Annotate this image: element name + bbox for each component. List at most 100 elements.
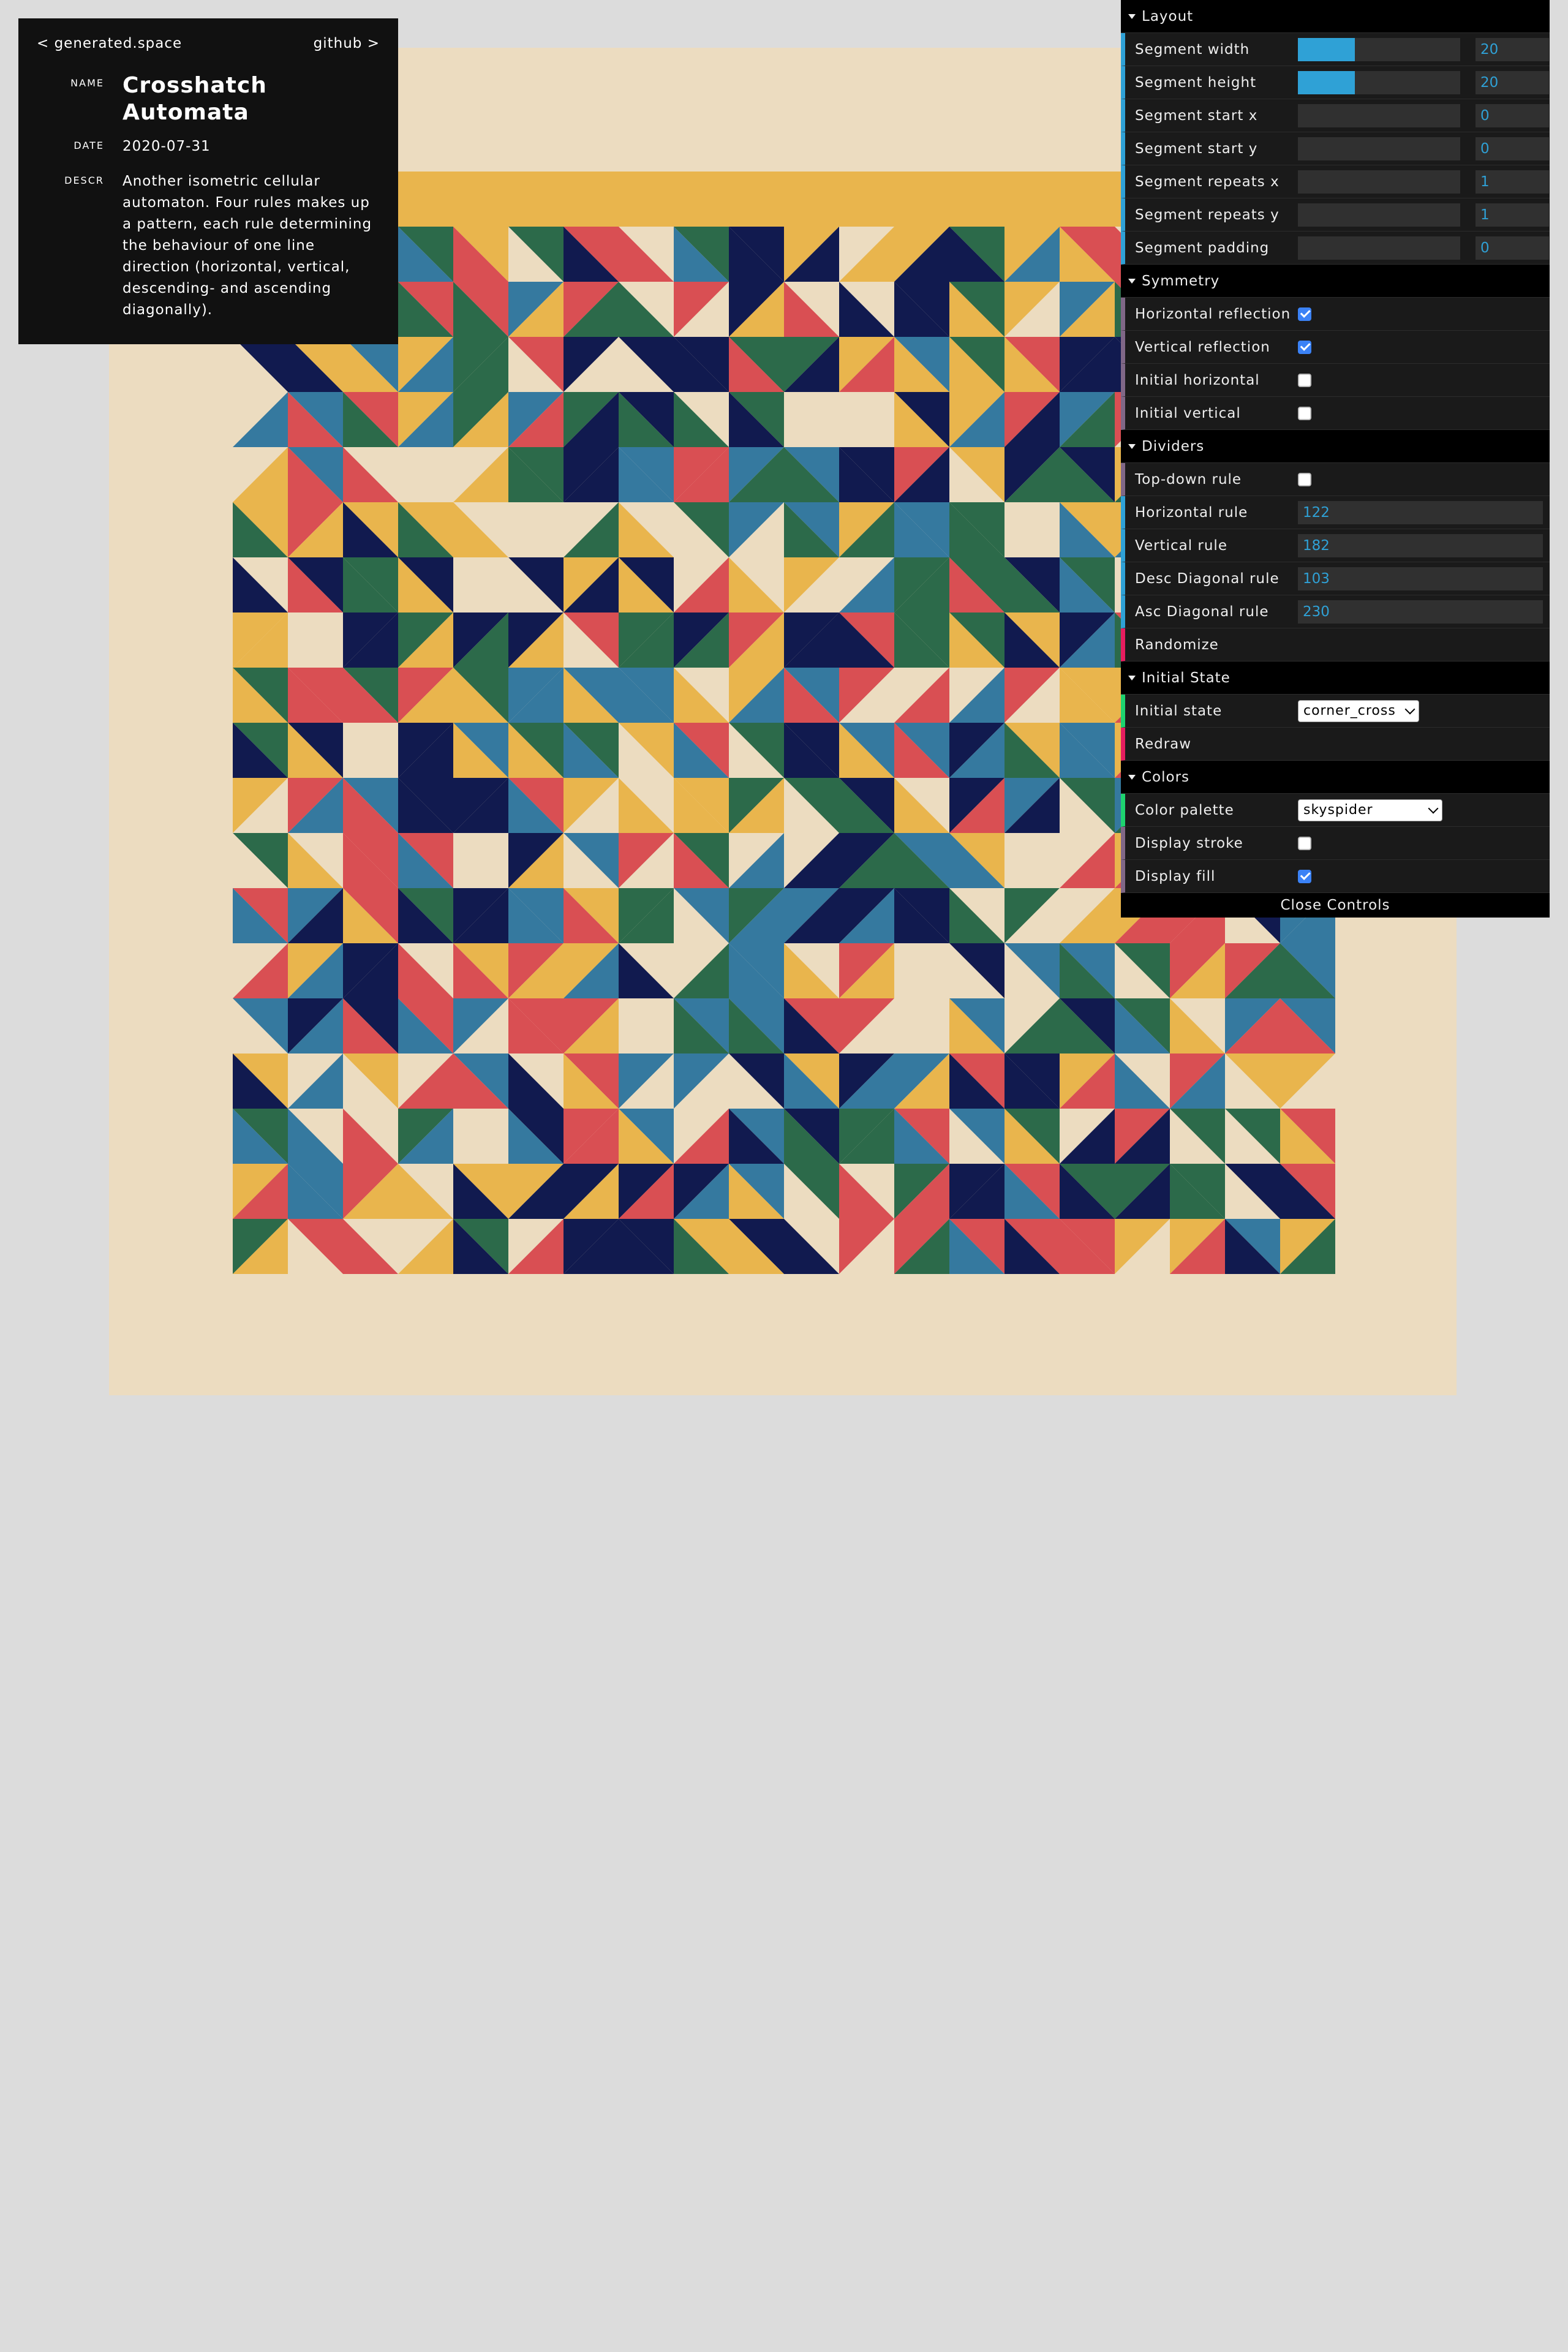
color-palette-row: Color palette skyspider: [1121, 794, 1550, 827]
name-key: NAME: [70, 77, 104, 89]
folder-symmetry-title: Symmetry: [1142, 273, 1220, 289]
close-controls-button[interactable]: Close Controls: [1121, 893, 1550, 918]
segment-repeats-y-row: Segment repeats y: [1121, 198, 1550, 232]
segment-repeats-x-input[interactable]: [1476, 170, 1549, 194]
date-key: DATE: [74, 140, 104, 151]
segment-padding-label: Segment padding: [1135, 239, 1270, 256]
folder-initial-state[interactable]: Initial State: [1121, 662, 1550, 695]
horizontal-rule-label: Horizontal rule: [1135, 504, 1248, 521]
top-down-rule-label: Top-down rule: [1135, 471, 1242, 488]
segment-width-slider[interactable]: [1298, 37, 1460, 61]
horizontal-reflection-label: Horizontal reflection: [1135, 306, 1291, 322]
checkmark-icon: [1300, 869, 1311, 880]
display-stroke-label: Display stroke: [1135, 835, 1243, 851]
desc-diagonal-rule-row: Desc Diagonal rule: [1121, 562, 1550, 595]
segment-height-label: Segment height: [1135, 74, 1257, 91]
initial-vertical-label: Initial vertical: [1135, 405, 1241, 421]
initial-vertical-checkbox[interactable]: [1298, 406, 1311, 420]
color-palette-label: Color palette: [1135, 802, 1234, 818]
caret-down-icon: [1128, 13, 1136, 19]
segment-repeats-x-row: Segment repeats x: [1121, 165, 1550, 198]
segment-start-x-slider[interactable]: [1298, 104, 1460, 127]
display-fill-label: Display fill: [1135, 868, 1216, 884]
segment-start-x-input[interactable]: [1476, 104, 1549, 127]
initial-horizontal-label: Initial horizontal: [1135, 372, 1260, 388]
back-link[interactable]: < generated.space: [37, 36, 182, 51]
segment-padding-input[interactable]: [1476, 236, 1549, 260]
vertical-rule-row: Vertical rule: [1121, 529, 1550, 562]
display-stroke-checkbox[interactable]: [1298, 836, 1311, 850]
date-row: DATE 2020-07-31: [37, 136, 380, 157]
folder-symmetry[interactable]: Symmetry: [1121, 265, 1550, 298]
initial-state-value: corner_cross: [1303, 703, 1396, 718]
initial-horizontal-checkbox[interactable]: [1298, 373, 1311, 387]
caret-down-icon: [1128, 774, 1136, 780]
date-value: 2020-07-31: [123, 138, 211, 154]
controls-panel: Layout Segment width Segment height Segm…: [1121, 0, 1550, 918]
horizontal-rule-row: Horizontal rule: [1121, 496, 1550, 529]
segment-start-x-label: Segment start x: [1135, 107, 1258, 124]
folder-colors[interactable]: Colors: [1121, 761, 1550, 794]
color-palette-select[interactable]: skyspider: [1298, 799, 1442, 821]
segment-start-y-row: Segment start y: [1121, 132, 1550, 165]
segment-height-input[interactable]: [1476, 70, 1549, 94]
segment-repeats-y-slider[interactable]: [1298, 203, 1460, 227]
vertical-reflection-row: Vertical reflection: [1121, 331, 1550, 364]
folder-dividers[interactable]: Dividers: [1121, 430, 1550, 463]
asc-diagonal-rule-row: Asc Diagonal rule: [1121, 595, 1550, 628]
checkmark-icon: [1300, 340, 1311, 351]
horizontal-rule-input[interactable]: [1298, 500, 1543, 524]
horizontal-reflection-row: Horizontal reflection: [1121, 298, 1550, 331]
slider-fill: [1298, 70, 1355, 94]
segment-repeats-y-input[interactable]: [1476, 203, 1549, 227]
github-link[interactable]: github >: [314, 36, 380, 51]
chevron-down-icon: [1428, 803, 1439, 814]
caret-down-icon: [1128, 443, 1136, 449]
segment-height-row: Segment height: [1121, 66, 1550, 99]
vertical-reflection-label: Vertical reflection: [1135, 339, 1270, 355]
caret-down-icon: [1128, 278, 1136, 284]
folder-colors-title: Colors: [1142, 769, 1190, 785]
display-fill-checkbox[interactable]: [1298, 869, 1311, 883]
randomize-label: Randomize: [1135, 636, 1219, 653]
segment-start-y-slider[interactable]: [1298, 137, 1460, 160]
segment-width-row: Segment width: [1121, 33, 1550, 66]
info-links: < generated.space github >: [37, 36, 380, 51]
caret-down-icon: [1128, 675, 1136, 680]
horizontal-reflection-checkbox[interactable]: [1298, 307, 1311, 321]
folder-initial-state-title: Initial State: [1142, 669, 1231, 686]
segment-height-slider[interactable]: [1298, 70, 1460, 94]
slider-fill: [1298, 37, 1355, 61]
segment-repeats-x-label: Segment repeats x: [1135, 173, 1280, 190]
vertical-reflection-checkbox[interactable]: [1298, 340, 1311, 354]
segment-start-y-label: Segment start y: [1135, 140, 1258, 157]
asc-diagonal-rule-label: Asc Diagonal rule: [1135, 603, 1269, 620]
descr-row: DESCR Another isometric cellular automat…: [37, 171, 380, 321]
info-panel: < generated.space github > NAME Crosshat…: [18, 18, 398, 344]
segment-repeats-x-slider[interactable]: [1298, 170, 1460, 194]
asc-diagonal-rule-input[interactable]: [1298, 600, 1543, 624]
name-row: NAME Crosshatch Automata: [37, 72, 380, 126]
segment-start-x-row: Segment start x: [1121, 99, 1550, 132]
checkmark-icon: [1300, 307, 1311, 318]
initial-state-label: Initial state: [1135, 703, 1223, 719]
chevron-down-icon: [1404, 704, 1415, 715]
redraw-button[interactable]: Redraw: [1121, 728, 1550, 761]
segment-start-y-input[interactable]: [1476, 137, 1549, 160]
folder-layout[interactable]: Layout: [1121, 0, 1550, 33]
description: Another isometric cellular automaton. Fo…: [123, 173, 372, 318]
initial-horizontal-row: Initial horizontal: [1121, 364, 1550, 397]
initial-vertical-row: Initial vertical: [1121, 397, 1550, 430]
vertical-rule-label: Vertical rule: [1135, 537, 1227, 554]
randomize-button[interactable]: Randomize: [1121, 628, 1550, 662]
segment-padding-slider[interactable]: [1298, 236, 1460, 260]
segment-repeats-y-label: Segment repeats y: [1135, 206, 1280, 223]
top-down-rule-checkbox[interactable]: [1298, 472, 1311, 486]
color-palette-value: skyspider: [1303, 802, 1373, 818]
initial-state-select[interactable]: corner_cross: [1298, 699, 1419, 722]
vertical-rule-input[interactable]: [1298, 533, 1543, 557]
desc-diagonal-rule-input[interactable]: [1298, 567, 1543, 590]
segment-width-input[interactable]: [1476, 37, 1549, 61]
desc-diagonal-rule-label: Desc Diagonal rule: [1135, 570, 1280, 587]
initial-state-row: Initial state corner_cross: [1121, 695, 1550, 728]
